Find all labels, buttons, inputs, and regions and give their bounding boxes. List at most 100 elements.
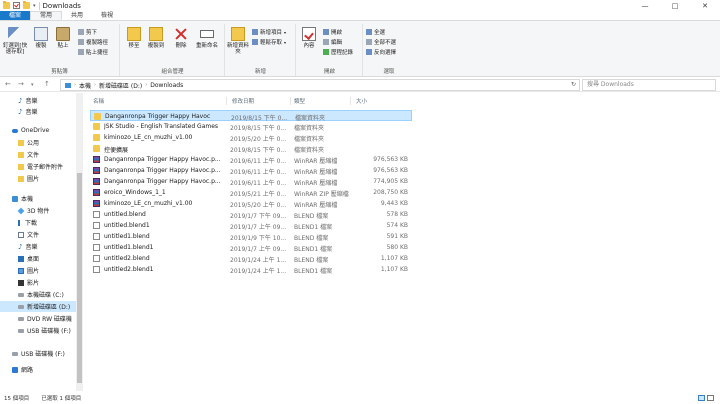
file-row[interactable]: Danganronpa Trigger Happy Havoc.p... 201… [90,154,412,165]
search-placeholder: 搜尋 Downloads [587,81,634,88]
file-row[interactable]: untitled.blend 2019/1/7 下午 09... BLEND 檔… [90,209,412,220]
column-divider[interactable] [226,97,227,105]
file-row[interactable]: Danganronpa Trigger Happy Havoc.p... 201… [90,176,412,187]
cut-button[interactable]: 剪下 [78,28,97,36]
edit-button[interactable]: 編輯 [323,38,342,46]
nav-item-music[interactable]: ♪ 音樂 [0,106,76,117]
rename-button[interactable]: 重新命名 [193,27,221,49]
nav-item-pictures[interactable]: 圖片 [0,173,76,184]
copy-to-button[interactable]: 複製到 [145,27,167,49]
forward-arrow-icon[interactable]: → [18,80,24,88]
back-arrow-icon[interactable]: ← [5,80,11,88]
nav-item-onedrive[interactable]: OneDrive [0,125,76,136]
properties-icon[interactable] [13,2,20,9]
column-divider[interactable] [290,97,291,105]
file-row[interactable]: kiminozo_LE_cn_muzhi_v1.00 2019/5/20 上午 … [90,198,412,209]
file-row[interactable]: 控便擴展 2019/8/15 下午 0... 檔案資料夾 [90,143,412,154]
new-folder-icon[interactable] [23,1,30,9]
new-item-button[interactable]: 新增項目 ▾ [252,28,286,36]
nav-scrollbar[interactable] [76,93,83,391]
nav-item-documents[interactable]: 文件 [0,149,76,160]
file-date: 2019/6/11 上午 0... [230,158,287,165]
file-icon [93,233,100,240]
file-row[interactable]: untitled1.blend 2019/1/9 下午 10... BLEND … [90,231,412,242]
nav-scrollbar-thumb[interactable] [77,173,82,383]
breadcrumb-item[interactable]: 新增磁碟區 (D:) [99,81,142,90]
column-header-size[interactable]: 大小 [356,97,367,105]
nav-item-music[interactable]: ♪ 音樂 [0,241,76,252]
file-date: 2019/8/15 下午 0... [230,147,287,154]
folder-icon [94,113,101,120]
history-button[interactable]: 歷程記錄 [323,48,353,56]
nav-item-usb-drive[interactable]: USB 磁碟機 (F:) [0,348,76,359]
file-date: 2019/1/24 上午 1... [230,257,287,264]
nav-item-videos[interactable]: 影片 [0,277,76,288]
column-header-type[interactable]: 類型 [294,97,305,105]
open-button[interactable]: 開啟 [323,28,342,36]
select-none-button[interactable]: 全部不選 [366,38,396,46]
nav-item-desktop[interactable]: 桌面 [0,253,76,264]
file-row[interactable]: untitled.blend1 2019/1/7 上午 09... BLEND1… [90,220,412,231]
copy-button[interactable]: 複製 [30,27,52,49]
recent-chevron-icon[interactable]: ▾ [31,82,34,88]
column-divider[interactable] [350,97,351,105]
new-folder-button[interactable]: 新增資料夾 [226,27,250,55]
invert-selection-button[interactable]: 反向選擇 [366,48,396,56]
rename-icon [200,30,214,38]
tab-view[interactable]: 檢視 [92,11,122,20]
file-row[interactable]: kiminozo_LE_cn_muzhi_v1.00 2019/5/20 上午 … [90,132,412,143]
copy-path-button[interactable]: 複製路徑 [78,38,108,46]
delete-button[interactable]: 刪除 [170,27,192,49]
nav-item-dvd-drive[interactable]: DVD RW 磁碟機 [0,313,76,324]
close-button[interactable]: ✕ [690,0,720,11]
paste-shortcut-button[interactable]: 貼上捷徑 [78,48,108,56]
pin-to-quick-access-button[interactable]: 釘選到[快速存取] [2,27,28,55]
easy-access-button[interactable]: 輕鬆存取 ▾ [252,38,286,46]
file-row[interactable]: Danganronpa Trigger Happy Havoc.p... 201… [90,165,412,176]
nav-item-downloads[interactable]: 下載 [0,217,76,228]
tab-share[interactable]: 共用 [62,11,92,20]
file-row[interactable]: JSK Studio - English Translated Games 20… [90,121,412,132]
column-header-date[interactable]: 修改日期 [232,97,254,105]
properties-button[interactable]: 內容 [298,27,320,49]
maximize-button[interactable]: □ [660,0,690,11]
nav-item-music[interactable]: ♪ 音樂 [0,95,76,106]
file-date: 2019/8/15 下午 0... [230,125,287,132]
nav-item-new-volume-d[interactable]: 新增磁碟區 (D:) [0,301,76,312]
breadcrumb-item[interactable]: 本機 [79,81,91,90]
file-row[interactable]: eroico_Windows_1_1 2019/5/21 上午 0... Win… [90,187,412,198]
address-box[interactable]: › 本機 › 新增磁碟區 (D:) › Downloads [60,79,580,91]
nav-item-pictures[interactable]: 圖片 [0,265,76,276]
tab-file[interactable]: 檔案 [0,11,31,20]
nav-item-network[interactable]: 網路 [0,364,76,375]
nav-item-documents[interactable]: 文件 [0,229,76,240]
file-row[interactable]: untitled2.blend1 2019/1/24 上午 1... BLEND… [90,264,412,275]
column-header-name[interactable]: 名稱 [93,97,104,105]
nav-item-3d-objects[interactable]: 3D 物件 [0,205,76,216]
customize-chevron-icon[interactable]: ▾ [33,3,36,9]
winrar-archive-icon [93,178,100,185]
minimize-button[interactable]: — [630,0,660,11]
move-to-button[interactable]: 移至 [123,27,145,49]
nav-item-label: USB 磁碟機 (F:) [27,328,71,335]
search-input[interactable]: 搜尋 Downloads [582,79,716,91]
file-row[interactable]: untitled1.blend1 2019/1/7 上午 09... BLEND… [90,242,412,253]
select-all-button[interactable]: 全選 [366,28,385,36]
nav-item-public[interactable]: 公用 [0,137,76,148]
file-size: 591 KB [386,233,408,240]
refresh-icon[interactable]: ↻ [571,81,576,88]
file-row[interactable]: untitled2.blend 2019/1/24 上午 1... BLEND … [90,253,412,264]
breadcrumb-item[interactable]: Downloads [150,82,183,89]
nav-item-this-pc[interactable]: 本機 [0,193,76,204]
nav-item-usb-drive[interactable]: USB 磁碟機 (F:) [0,325,76,336]
file-type: WinRAR 壓縮檔 [294,202,338,209]
up-arrow-icon[interactable]: ↑ [44,80,50,88]
details-view-icon[interactable] [698,395,705,401]
nav-item-email-attachments[interactable]: 電子郵件附件 [0,161,76,172]
file-row[interactable]: Danganronpa Trigger Happy Havoc 2019/8/1… [90,110,412,122]
nav-item-local-disk-c[interactable]: 本機磁碟 (C:) [0,289,76,300]
tab-home[interactable]: 常用 [30,11,63,20]
folder-icon[interactable] [3,1,10,9]
paste-button[interactable]: 貼上 [52,27,74,49]
large-icons-view-icon[interactable] [707,395,714,401]
